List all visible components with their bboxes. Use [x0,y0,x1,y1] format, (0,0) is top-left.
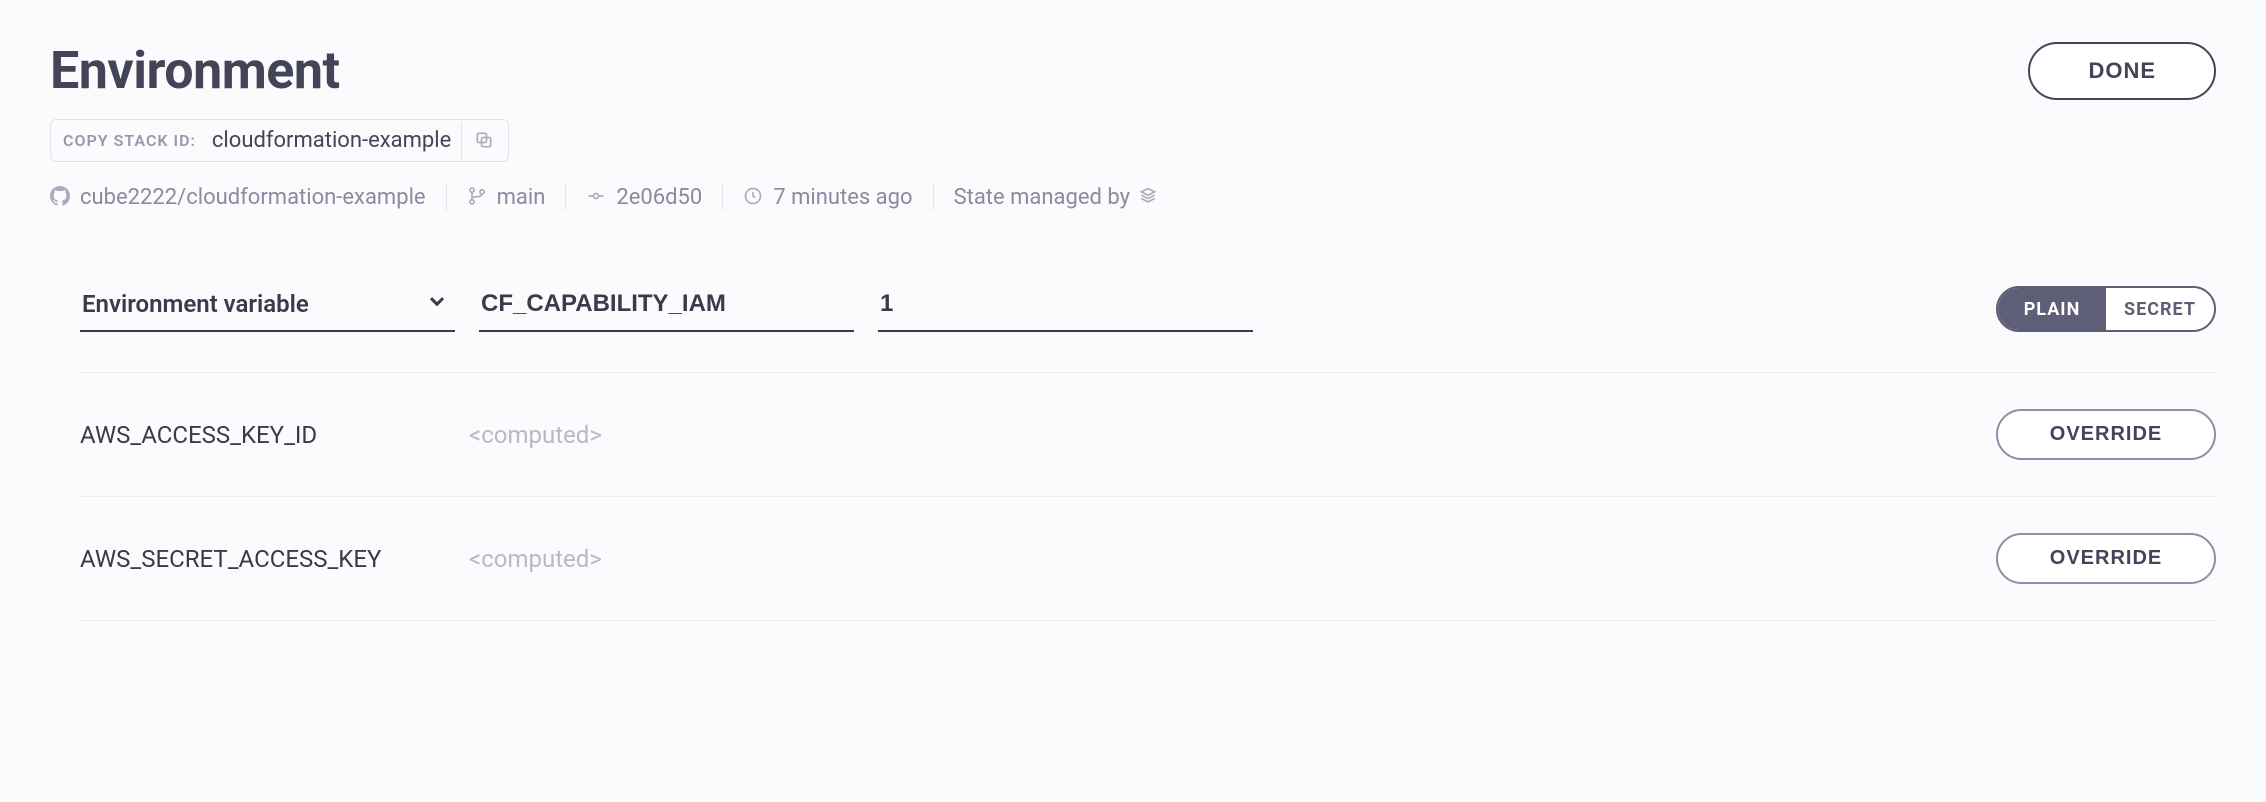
branch-text: main [497,185,546,210]
branch-icon [467,186,489,208]
branch-link[interactable]: main [467,185,546,210]
copy-icon [474,130,496,152]
stack-id-box: COPY STACK ID: cloudformation-example [50,119,509,162]
env-var-name: AWS_SECRET_ACCESS_KEY [80,545,445,573]
var-name-input[interactable] [479,280,854,332]
var-type-value: Environment variable [80,280,455,332]
stack-id-value: cloudformation-example [208,120,461,161]
toggle-plain[interactable]: PLAIN [1998,288,2106,330]
new-var-row: Environment variable PLAIN SECRET [80,280,2216,373]
state-item: State managed by [954,185,1160,210]
commit-text: 2e06d50 [616,185,702,210]
separator [722,184,723,210]
copy-stack-id-label: COPY STACK ID: [51,121,208,160]
spacelift-icon [1138,186,1160,208]
copy-stack-id-button[interactable] [461,122,508,160]
override-button[interactable]: OVERRIDE [1996,409,2216,460]
page-title: Environment [50,40,340,101]
separator [933,184,934,210]
separator [446,184,447,210]
plain-secret-toggle: PLAIN SECRET [1996,286,2216,332]
repo-link[interactable]: cube2222/cloudformation-example [50,185,426,210]
commit-icon [586,186,608,208]
time-text: 7 minutes ago [773,185,912,210]
var-type-select[interactable]: Environment variable [80,280,455,332]
override-button[interactable]: OVERRIDE [1996,533,2216,584]
env-var-value: <computed> [469,545,1972,573]
toggle-secret[interactable]: SECRET [2106,288,2214,330]
commit-link[interactable]: 2e06d50 [586,185,702,210]
env-var-row: AWS_ACCESS_KEY_ID <computed> OVERRIDE [80,373,2216,497]
stack-id-row: COPY STACK ID: cloudformation-example [50,119,2216,162]
env-var-value: <computed> [469,421,1972,449]
state-label: State managed by [954,185,1130,210]
done-button[interactable]: DONE [2028,42,2216,100]
repo-text: cube2222/cloudformation-example [80,185,426,210]
separator [565,184,566,210]
env-section: Environment variable PLAIN SECRET AWS_AC… [80,280,2216,621]
meta-row: cube2222/cloudformation-example main 2e0… [50,184,2216,210]
env-var-row: AWS_SECRET_ACCESS_KEY <computed> OVERRID… [80,497,2216,621]
env-var-name: AWS_ACCESS_KEY_ID [80,421,445,449]
clock-icon [743,186,765,208]
header-row: Environment DONE [50,40,2216,101]
time-item: 7 minutes ago [743,185,912,210]
var-value-input[interactable] [878,280,1253,332]
github-icon [50,186,72,208]
